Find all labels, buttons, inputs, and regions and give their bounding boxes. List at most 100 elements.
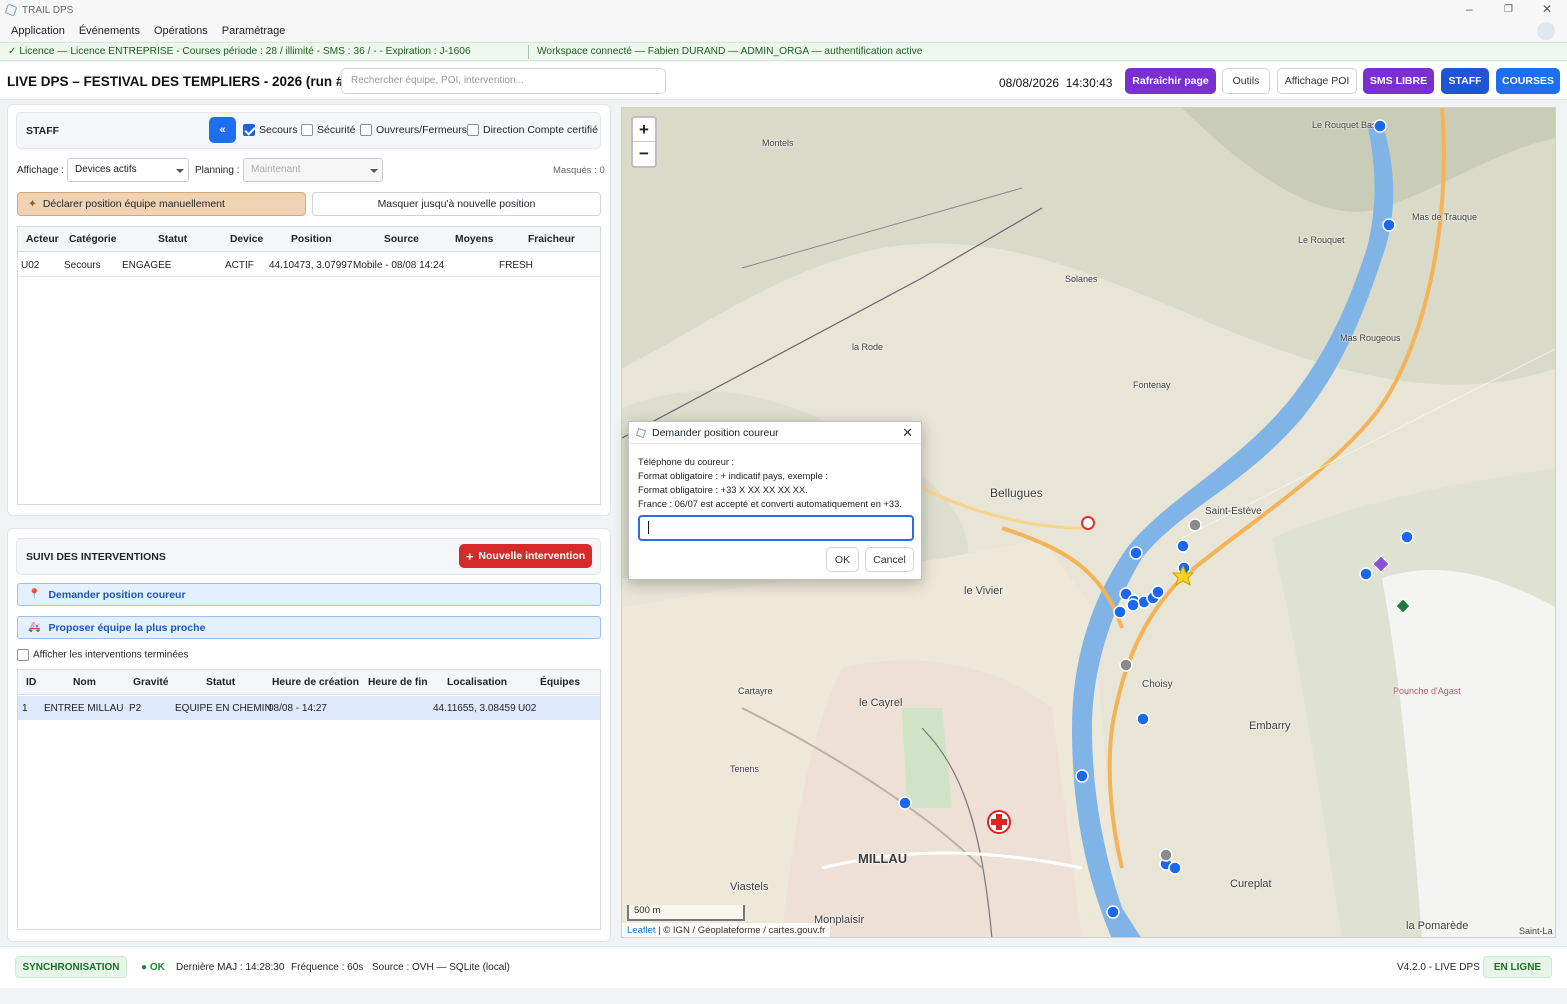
last-update: Dernière MAJ : 14:28:30	[176, 962, 285, 973]
tools-button[interactable]: Outils	[1222, 68, 1270, 94]
cell-acteur: U02	[21, 260, 40, 271]
team-marker[interactable]	[1168, 861, 1182, 875]
team-marker[interactable]	[1113, 605, 1127, 619]
poi-diamond-icon[interactable]	[1372, 555, 1390, 573]
staff-button[interactable]: STAFF	[1441, 68, 1489, 94]
checkbox-icon[interactable]	[467, 124, 479, 137]
col-categorie: Catégorie	[69, 234, 117, 245]
checkbox-icon[interactable]	[243, 124, 255, 137]
affichage-label: Affichage :	[17, 165, 65, 176]
col-fin: Heure de fin	[368, 677, 428, 688]
dialog-app-icon	[635, 427, 647, 438]
col-id: ID	[26, 677, 37, 688]
checkbox-icon[interactable]	[17, 649, 29, 661]
checkbox-icon[interactable]	[301, 124, 313, 137]
pin-icon: 📍	[28, 589, 41, 600]
date-text: 08/08/2026	[999, 76, 1060, 90]
ask-position-dialog: Demander position coureur ✕ Téléphone du…	[628, 421, 922, 580]
team-marker[interactable]	[1400, 530, 1414, 544]
declare-position-button[interactable]: ✦ Déclarer position équipe manuellement	[17, 192, 306, 216]
plus-icon: +	[465, 548, 474, 564]
frequency: Fréquence : 60s	[291, 962, 364, 973]
team-marker[interactable]	[1106, 905, 1120, 919]
menu-parametrage[interactable]: Paramétrage	[215, 25, 293, 37]
cell-creation: 08/08 - 14:27	[268, 703, 327, 714]
menu-operations[interactable]: Opérations	[147, 25, 215, 37]
title-bar: TRAIL DPS – ❐ ✕	[0, 0, 1567, 20]
filter-securite[interactable]: Sécurité	[301, 124, 356, 137]
leaflet-link[interactable]: Leaflet	[627, 925, 656, 936]
time-text: 14:30:43	[1065, 76, 1113, 90]
logo-icon	[1537, 22, 1555, 40]
dialog-cancel-button[interactable]: Cancel	[865, 547, 914, 572]
maximize-icon[interactable]: ❐	[1504, 4, 1513, 15]
filter-secours[interactable]: Secours	[243, 124, 298, 137]
datetime: 08/08/2026 14:30:43	[999, 76, 1112, 90]
team-marker[interactable]	[1126, 598, 1140, 612]
col-position: Position	[291, 234, 332, 245]
filter-ouvreurs[interactable]: Ouvreurs/Fermeurs	[360, 124, 467, 137]
cell-statut: ENGAGEE	[122, 260, 172, 271]
menu-evenements[interactable]: Événements	[72, 25, 147, 37]
poi-diamond-icon[interactable]	[1395, 598, 1411, 614]
sms-button[interactable]: SMS LIBRE	[1363, 68, 1434, 94]
online-badge: EN LIGNE	[1483, 956, 1552, 978]
team-marker[interactable]	[1075, 769, 1089, 783]
col-acteur: Acteur	[26, 234, 59, 245]
hospital-icon[interactable]	[987, 810, 1011, 834]
dialog-line: Format obligatoire : +33 X XX XX XX XX.	[638, 485, 808, 495]
cell-equipes: U02	[518, 703, 537, 714]
ask-position-bar[interactable]: 📍 Demander position coureur	[17, 583, 601, 606]
team-marker[interactable]	[1151, 585, 1165, 599]
col-nom: Nom	[73, 677, 96, 688]
menu-bar: Application Événements Opérations Paramé…	[0, 20, 1567, 41]
license-bar: ✓ Licence — Licence ENTREPRISE - Courses…	[0, 42, 1567, 61]
col-gravite: Gravité	[133, 677, 169, 688]
team-marker[interactable]	[1176, 539, 1190, 553]
inactive-marker[interactable]	[1119, 658, 1133, 672]
phone-input[interactable]	[638, 515, 914, 541]
cell-source: Mobile - 08/08 14:24	[353, 260, 445, 271]
col-statut: Statut	[206, 677, 236, 688]
affichage-select[interactable]: Devices actifs	[67, 158, 189, 182]
cell-gravite: P2	[129, 703, 142, 714]
dialog-title: Demander position coureur	[652, 426, 779, 439]
propose-team-bar[interactable]: 🚑 Proposer équipe la plus proche	[17, 616, 601, 639]
team-marker[interactable]	[1136, 712, 1150, 726]
intervention-marker[interactable]	[1081, 516, 1095, 530]
cell-categorie: Secours	[64, 260, 101, 271]
show-finished-toggle[interactable]: Afficher les interventions terminées	[17, 649, 188, 661]
new-intervention-button[interactable]: + Nouvelle intervention	[459, 544, 592, 568]
minimize-icon[interactable]: –	[1466, 2, 1473, 16]
planning-select[interactable]: Maintenant	[243, 158, 383, 182]
dialog-ok-button[interactable]: OK	[826, 547, 859, 572]
inactive-marker[interactable]	[1188, 518, 1202, 532]
menu-application[interactable]: Application	[4, 25, 72, 37]
close-window-icon[interactable]: ✕	[1542, 2, 1552, 16]
poi-button[interactable]: Affichage POI	[1277, 68, 1357, 94]
diamond-icon: ✦	[28, 198, 37, 210]
hide-until-position-button[interactable]: Masquer jusqu'à nouvelle position	[312, 192, 601, 216]
search-input[interactable]: Rechercher équipe, POI, intervention...	[341, 68, 666, 94]
sync-ok: ● OK	[141, 962, 165, 973]
sync-badge: SYNCHRONISATION	[15, 956, 127, 978]
refresh-button[interactable]: Rafraîchir page	[1125, 68, 1216, 94]
dialog-titlebar: Demander position coureur ✕	[629, 422, 921, 444]
team-marker[interactable]	[1373, 119, 1387, 133]
team-marker[interactable]	[898, 796, 912, 810]
source: Source : OVH — SQLite (local)	[372, 962, 510, 973]
col-source: Source	[384, 234, 419, 245]
filter-direction[interactable]: Direction Compte certifié	[467, 124, 598, 137]
col-equipes: Équipes	[540, 677, 581, 688]
courses-button[interactable]: COURSES	[1496, 68, 1560, 94]
inactive-marker[interactable]	[1159, 848, 1173, 862]
collapse-button[interactable]: «	[209, 117, 236, 143]
dialog-close-icon[interactable]: ✕	[902, 425, 913, 441]
cell-device: ACTIF	[225, 260, 254, 271]
team-marker[interactable]	[1382, 218, 1396, 232]
team-marker[interactable]	[1359, 567, 1373, 581]
planning-label: Planning :	[195, 165, 240, 176]
col-statut: Statut	[158, 234, 188, 245]
team-marker[interactable]	[1129, 546, 1143, 560]
checkbox-icon[interactable]	[360, 124, 372, 137]
